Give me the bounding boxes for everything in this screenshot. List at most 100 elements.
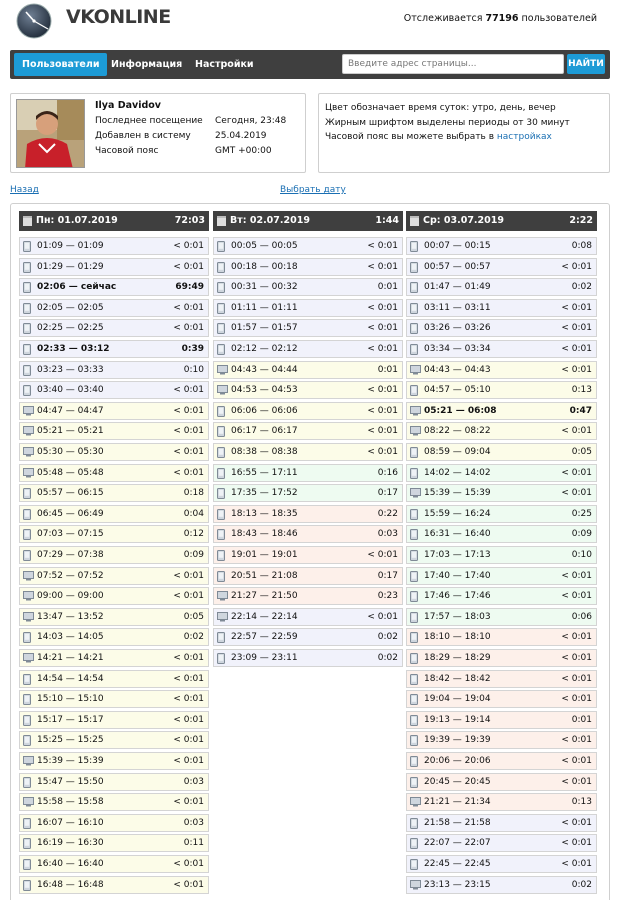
search-input[interactable] — [342, 54, 564, 74]
session-range: 14:54 — 14:54 — [37, 673, 104, 684]
phone-icon — [23, 241, 31, 258]
session-duration: < 0:01 — [561, 694, 592, 705]
phone-icon — [217, 653, 225, 670]
session-duration: < 0:01 — [367, 550, 398, 560]
session-range: 13:47 — 13:52 — [37, 611, 104, 622]
session-row: 23:13 — 23:15 0:02 — [406, 875, 597, 894]
session-row: 03:40 — 03:40 < 0:01 — [19, 381, 209, 400]
session-duration: < 0:01 — [173, 385, 204, 396]
day-header: Ср: 03.07.2019 2:22 — [406, 211, 597, 231]
session-row: 15:17 — 15:17 < 0:01 — [19, 710, 209, 729]
session-duration: < 0:01 — [561, 323, 592, 334]
field-label-timezone: Часовой пояс — [95, 146, 159, 156]
session-duration: < 0:01 — [561, 488, 592, 499]
avatar[interactable] — [16, 99, 85, 168]
day-total: 1:44 — [375, 215, 399, 226]
session-range: 21:27 — 21:50 — [231, 591, 298, 602]
session-row: 14:21 — 14:21 < 0:01 — [19, 649, 209, 667]
session-range: 14:03 — 14:05 — [37, 632, 104, 643]
brand-title[interactable]: VKONLINE — [66, 6, 171, 28]
session-duration: < 0:01 — [561, 302, 592, 313]
phone-icon — [410, 694, 418, 711]
session-duration: < 0:01 — [367, 447, 398, 457]
session-row: 04:43 — 04:43 < 0:01 — [406, 360, 597, 379]
session-row: 07:03 — 07:15 0:12 — [19, 525, 209, 544]
session-range: 18:29 — 18:29 — [424, 653, 491, 663]
session-row: 16:19 — 16:30 0:11 — [19, 834, 209, 853]
brand-suffix: ONLINE — [93, 6, 172, 28]
session-duration: < 0:01 — [367, 241, 398, 251]
session-duration: < 0:01 — [367, 344, 398, 354]
session-range: 17:57 — 18:03 — [424, 611, 491, 622]
phone-icon — [410, 550, 418, 567]
phone-icon — [23, 323, 31, 340]
phone-icon — [217, 570, 225, 588]
phone-icon — [23, 817, 31, 835]
tab-info[interactable]: Информация — [103, 53, 190, 76]
phone-icon — [410, 570, 418, 588]
session-duration: < 0:01 — [173, 756, 204, 766]
session-range: 08:22 — 08:22 — [424, 426, 491, 437]
session-row: 05:21 — 06:08 0:47 — [406, 401, 597, 420]
session-duration: 0:12 — [183, 529, 204, 540]
session-row: 15:10 — 15:10 < 0:01 — [19, 690, 209, 709]
session-range: 07:29 — 07:38 — [37, 550, 104, 560]
session-duration: < 0:01 — [173, 673, 204, 684]
session-duration: 0:03 — [377, 529, 398, 540]
session-range: 17:40 — 17:40 — [424, 570, 491, 581]
phone-icon — [410, 241, 418, 258]
session-duration: 0:03 — [183, 776, 204, 787]
choose-date-link[interactable]: Выбрать дату — [280, 185, 346, 195]
session-range: 01:11 — 01:11 — [231, 302, 298, 313]
session-duration: < 0:01 — [561, 859, 592, 869]
settings-link[interactable]: настройках — [497, 132, 552, 142]
session-row: 05:30 — 05:30 < 0:01 — [19, 443, 209, 461]
session-row: 14:02 — 14:02 < 0:01 — [406, 463, 597, 482]
phone-icon — [410, 302, 418, 320]
tab-settings[interactable]: Настройки — [187, 53, 262, 76]
user-name: Ilya Davidov — [95, 100, 161, 111]
phone-icon — [23, 673, 31, 691]
phone-icon — [217, 344, 225, 361]
computer-icon — [23, 447, 34, 463]
session-duration: 0:01 — [571, 714, 592, 725]
session-range: 17:03 — 17:13 — [424, 550, 491, 560]
phone-icon — [23, 261, 31, 279]
phone-icon — [410, 735, 418, 752]
find-button[interactable]: НАЙТИ — [567, 54, 605, 74]
phone-icon — [410, 756, 418, 773]
field-value-timezone: GMT +00:00 — [215, 146, 272, 156]
session-row: 19:04 — 19:04 < 0:01 — [406, 690, 597, 711]
phone-icon — [217, 529, 225, 546]
session-duration: < 0:01 — [561, 426, 592, 437]
field-label-added: Добавлен в систему — [95, 131, 191, 141]
session-row: 06:45 — 06:49 0:04 — [19, 504, 209, 523]
session-range: 22:07 — 22:07 — [424, 838, 491, 849]
session-row: 08:22 — 08:22 < 0:01 — [406, 422, 597, 441]
session-range: 15:47 — 15:50 — [37, 776, 104, 787]
session-range: 15:25 — 15:25 — [37, 735, 104, 746]
session-range: 05:57 — 06:15 — [37, 488, 104, 499]
session-duration: < 0:01 — [561, 817, 592, 828]
session-range: 02:33 — 03:12 — [37, 344, 110, 354]
session-row: 01:47 — 01:49 0:02 — [406, 278, 597, 297]
session-row: 00:57 — 00:57 < 0:01 — [406, 257, 597, 276]
computer-icon — [23, 756, 34, 772]
session-duration: 0:04 — [183, 508, 204, 519]
session-range: 19:04 — 19:04 — [424, 694, 491, 705]
back-link[interactable]: Назад — [10, 185, 39, 195]
calendar-icon — [410, 216, 419, 226]
phone-icon — [23, 344, 31, 361]
computer-icon — [217, 611, 228, 628]
session-duration: < 0:01 — [173, 261, 204, 272]
session-duration: < 0:01 — [561, 756, 592, 766]
session-duration: < 0:01 — [173, 797, 204, 808]
tracked-count: 77196 — [485, 13, 519, 24]
phone-icon — [23, 776, 31, 794]
session-row: 17:57 — 18:03 0:06 — [406, 607, 597, 626]
session-duration: < 0:01 — [173, 570, 204, 581]
session-row: 15:47 — 15:50 0:03 — [19, 772, 209, 794]
session-row: 06:17 — 06:17 < 0:01 — [213, 422, 403, 441]
session-row: 16:31 — 16:40 0:09 — [406, 525, 597, 544]
tab-users[interactable]: Пользователи — [14, 53, 108, 76]
